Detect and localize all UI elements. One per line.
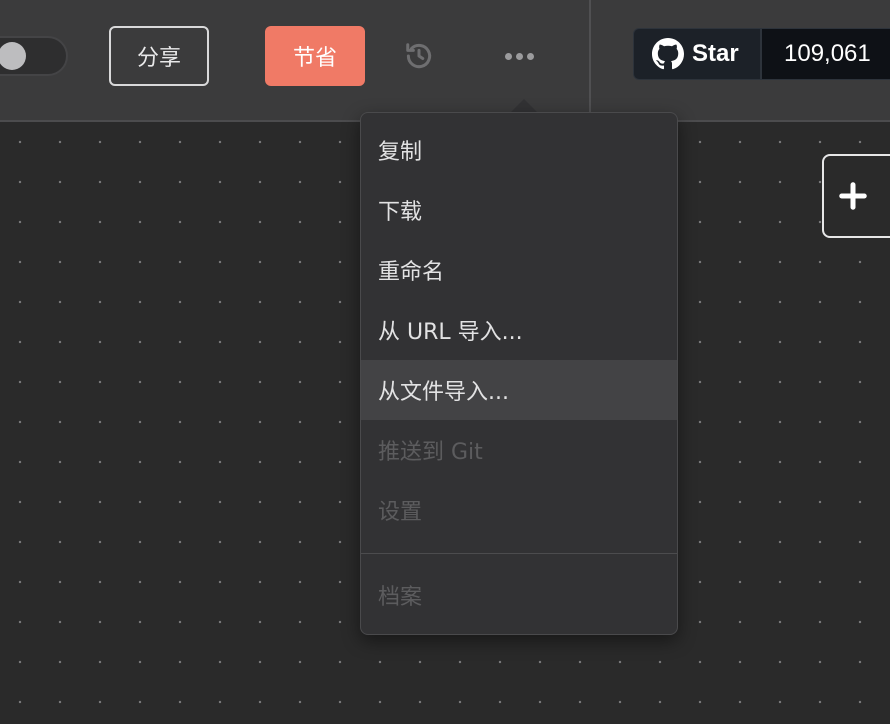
toolbar-divider <box>589 0 591 120</box>
history-icon <box>406 43 432 69</box>
menu-item-copy[interactable]: 复制 <box>361 120 677 180</box>
more-options-menu: 复制 下载 重命名 从 URL 导入... 从文件导入... 推送到 Git 设… <box>360 112 678 635</box>
more-horizontal-icon-dot <box>515 52 523 60</box>
add-button[interactable] <box>822 154 890 238</box>
github-star-label: Star <box>692 40 739 67</box>
menu-item-rename[interactable]: 重命名 <box>361 240 677 300</box>
top-toolbar: 分享 节省 Star 109,061 <box>0 0 890 122</box>
menu-item-import-file[interactable]: 从文件导入... <box>361 360 677 420</box>
menu-separator <box>361 553 677 554</box>
github-icon <box>652 38 684 70</box>
more-options-button[interactable] <box>496 36 542 76</box>
share-button[interactable]: 分享 <box>109 26 209 86</box>
github-star-count[interactable]: 109,061 <box>761 28 890 80</box>
github-star-button[interactable]: Star <box>633 28 761 80</box>
history-button[interactable] <box>400 36 438 76</box>
theme-toggle[interactable] <box>0 36 68 76</box>
save-button[interactable]: 节省 <box>265 26 365 86</box>
menu-item-download[interactable]: 下载 <box>361 180 677 240</box>
menu-item-settings: 设置 <box>378 500 423 525</box>
menu-item-profile: 档案 <box>378 585 423 610</box>
more-horizontal-icon-dot <box>526 52 534 60</box>
menu-item-push-git: 推送到 Git <box>378 440 483 465</box>
more-horizontal-icon <box>504 52 512 60</box>
menu-item-import-url[interactable]: 从 URL 导入... <box>361 300 677 360</box>
plus-icon <box>839 182 867 210</box>
toggle-knob <box>0 42 26 70</box>
menu-caret <box>510 99 538 113</box>
